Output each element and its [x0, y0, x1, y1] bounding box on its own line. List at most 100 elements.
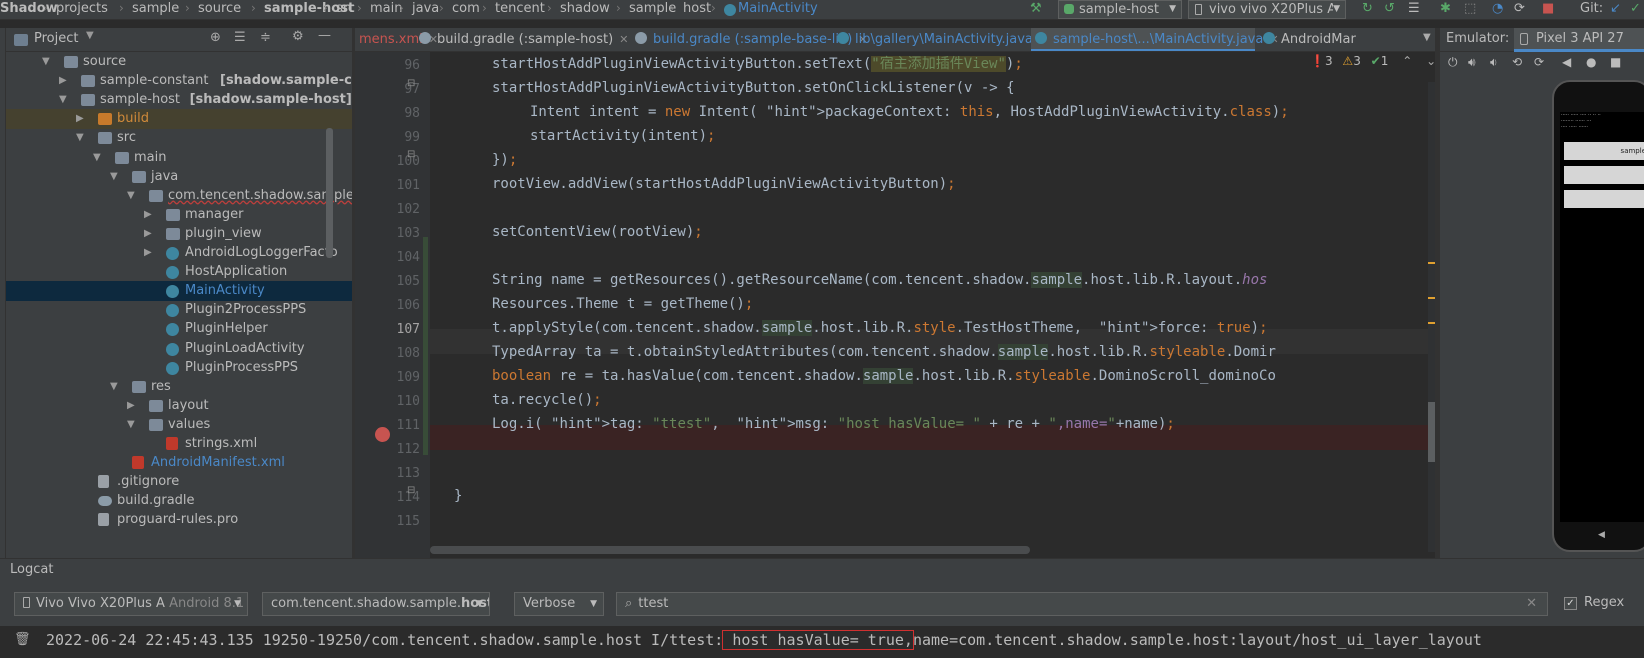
chevron-down-icon[interactable]: ▼: [110, 377, 118, 397]
rotate-right-icon[interactable]: ⟳: [1534, 55, 1544, 69]
tree-item[interactable]: ▼ source: [6, 52, 352, 72]
trash-icon[interactable]: 🗑︎: [14, 632, 31, 647]
chevron-down-icon[interactable]: ▼: [93, 148, 101, 168]
git-commit-icon[interactable]: ✓: [1630, 1, 1641, 16]
screen-button[interactable]: [1564, 190, 1644, 208]
breadcrumb-item[interactable]: projects: [56, 1, 108, 17]
chevron-down-icon[interactable]: ▼: [59, 90, 67, 110]
tree-item[interactable]: .gitignore: [6, 472, 352, 492]
hammer-icon[interactable]: ⚒: [1030, 1, 1042, 16]
tree-item[interactable]: ▼ com.tencent.shadow.sample: [6, 186, 352, 206]
chevron-up-icon[interactable]: ⌃: [1402, 54, 1412, 68]
editor-tab[interactable]: build.gradle (:sample-host) ✕: [415, 28, 628, 51]
tree-item[interactable]: ▶ layout: [6, 396, 352, 416]
tree-item[interactable]: ▼ main: [6, 148, 352, 168]
expand-all-icon[interactable]: ☰: [234, 30, 246, 45]
regex-checkbox[interactable]: ✓: [1564, 597, 1577, 610]
tree-item[interactable]: PluginLoadActivity: [6, 339, 352, 359]
inspection-widget[interactable]: ❗3 ⚠3 ✔1 ⌃ ⌄: [1310, 54, 1435, 68]
code-editor[interactable]: startHostAddPluginViewActivityButton.set…: [430, 52, 1435, 558]
breadcrumb-item[interactable]: tencent: [495, 1, 545, 17]
tree-item[interactable]: ▼ values: [6, 415, 352, 435]
tree-item[interactable]: MainActivity: [6, 281, 352, 302]
tree-item[interactable]: ▶ sample-constant [shadow.sample-cons: [6, 71, 352, 91]
stop-icon[interactable]: ■: [1542, 1, 1554, 16]
fold-icon[interactable]: ⊟: [407, 485, 415, 496]
editor-tab[interactable]: build.gradle (:sample-base-lib) ✕: [631, 28, 868, 51]
clear-search-icon[interactable]: ✕: [1526, 593, 1537, 615]
list-icon[interactable]: ☰: [1408, 1, 1420, 16]
tree-item[interactable]: AndroidManifest.xml: [6, 453, 352, 473]
debug-icon[interactable]: ✱: [1440, 1, 1451, 16]
tree-item[interactable]: ▼ java: [6, 167, 352, 187]
chevron-down-icon[interactable]: ▼: [86, 30, 94, 41]
breadcrumb-item[interactable]: host: [683, 1, 711, 17]
screen-button[interactable]: [1564, 166, 1644, 184]
tree-scrollbar[interactable]: [326, 128, 333, 258]
editor-tab[interactable]: AndroidMar: [1259, 28, 1356, 51]
chevron-down-icon[interactable]: ⌄: [1426, 54, 1435, 68]
process-select[interactable]: com.tencent.shadow.sample.host (1 ▼: [262, 592, 490, 616]
rerun-icon[interactable]: ↻: [1362, 1, 1373, 16]
attach-icon[interactable]: ⬚: [1464, 1, 1476, 16]
editor-tab[interactable]: sample-host\...\MainActivity.java✕: [1031, 28, 1279, 51]
overview-icon[interactable]: ■: [1610, 55, 1621, 69]
tree-item[interactable]: Plugin2ProcessPPS: [6, 300, 352, 320]
chevron-right-icon[interactable]: ▶: [144, 243, 152, 263]
tree-item[interactable]: ▼ res: [6, 377, 352, 397]
chevron-right-icon[interactable]: ▶: [127, 396, 135, 416]
chevron-down-icon[interactable]: ▼: [127, 186, 135, 206]
chevron-down-icon[interactable]: ▼: [1423, 32, 1431, 43]
breadcrumb-item[interactable]: shadow: [560, 1, 610, 17]
sync-icon[interactable]: ⟳: [1514, 1, 1525, 16]
tree-item[interactable]: ▶ plugin_view: [6, 224, 352, 244]
locate-target-icon[interactable]: ⊕: [210, 30, 221, 45]
home-icon[interactable]: ●: [1586, 55, 1596, 69]
warning-marker[interactable]: [1428, 262, 1435, 264]
tree-item[interactable]: PluginHelper: [6, 319, 352, 339]
tree-item[interactable]: build.gradle: [6, 491, 352, 511]
logcat-output[interactable]: 🗑︎ 2022-06-24 22:45:43.135 19250-19250/c…: [0, 626, 1644, 658]
chevron-right-icon[interactable]: ▶: [76, 109, 84, 129]
chevron-right-icon[interactable]: ▶: [144, 205, 152, 225]
run-config-select[interactable]: sample-host ▼: [1058, 0, 1182, 19]
warning-marker[interactable]: [1428, 322, 1435, 324]
tree-item[interactable]: ▶ build: [6, 109, 352, 130]
chevron-down-icon[interactable]: ▼: [42, 52, 50, 72]
collapse-all-icon[interactable]: ≑: [260, 30, 271, 45]
emulator-screen[interactable]: ····· ····· ···· ·· ·· ·· ········ ······…: [1560, 112, 1644, 522]
emulator-device-tab[interactable]: Pixel 3 API 27: [1514, 28, 1644, 52]
vertical-scrollbar[interactable]: [1428, 402, 1435, 462]
warning-marker[interactable]: [1428, 297, 1435, 299]
tree-item[interactable]: proguard-rules.pro: [6, 510, 352, 530]
breadcrumb-item[interactable]: source: [198, 1, 241, 17]
horizontal-scrollbar[interactable]: [430, 546, 1030, 554]
editor-tab[interactable]: mens.xml ✕: [355, 28, 438, 51]
device-select[interactable]: Vivo Vivo X20Plus A Android 8.1 ▼: [14, 592, 248, 616]
tree-item[interactable]: ▼ sample-host [shadow.sample-host]: [6, 90, 352, 110]
breadcrumb-item[interactable]: java: [412, 1, 439, 17]
back-icon[interactable]: ◀: [1562, 55, 1571, 69]
device-select-top[interactable]: vivo vivo X20Plus A ▼: [1188, 0, 1346, 19]
chevron-down-icon[interactable]: ▼: [127, 415, 135, 435]
chevron-right-icon[interactable]: ▶: [144, 224, 152, 244]
tree-item[interactable]: ▼ src: [6, 128, 352, 148]
git-update-icon[interactable]: ↙: [1610, 1, 1621, 16]
screen-button[interactable]: sample: [1564, 142, 1644, 160]
breadcrumb-item[interactable]: MainActivity: [738, 1, 818, 17]
breadcrumb-item[interactable]: main: [370, 1, 402, 17]
editor-tab[interactable]: lib\gallery\MainActivity.java✕: [833, 28, 1048, 51]
breadcrumb-item[interactable]: src: [336, 1, 355, 17]
logcat-search-input[interactable]: ⌕ ttest ✕: [616, 592, 1548, 616]
tree-item[interactable]: PluginProcessPPS: [6, 358, 352, 378]
chevron-down-icon[interactable]: ▼: [76, 128, 84, 148]
chevron-down-icon[interactable]: ▼: [110, 167, 118, 187]
nav-back-icon[interactable]: ◀: [1598, 530, 1605, 540]
volume-down-icon[interactable]: 🔉︎: [1490, 55, 1498, 70]
close-icon[interactable]: ✕: [619, 33, 628, 46]
profile-icon[interactable]: ◔: [1492, 1, 1503, 16]
breakpoint-icon[interactable]: [375, 427, 390, 442]
volume-up-icon[interactable]: 🔊︎: [1468, 55, 1476, 70]
hide-panel-icon[interactable]: —: [318, 28, 331, 43]
project-view-title[interactable]: Project: [34, 31, 78, 46]
